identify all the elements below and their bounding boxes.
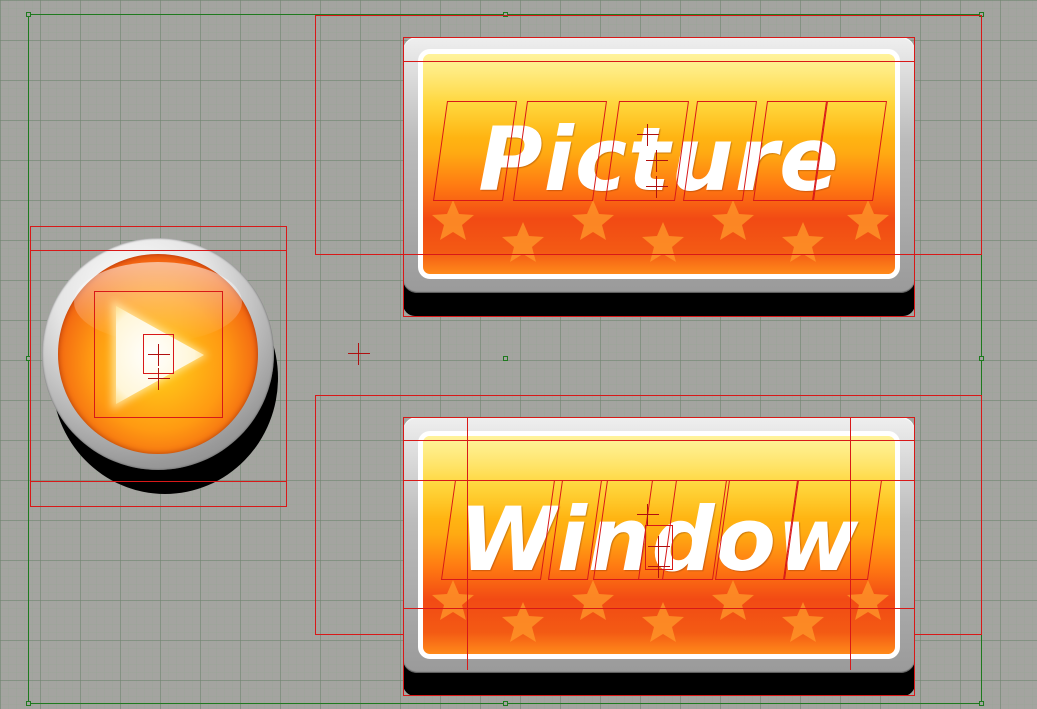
resize-handle-middle-right[interactable] [979,356,984,361]
picture-glyph-box-1 [432,101,518,201]
resize-handle-top-left[interactable] [26,12,31,17]
resize-handle-bottom-center[interactable] [503,701,508,706]
picture-glyph-box-2 [512,101,608,201]
window-pivot-crosshair [637,504,659,526]
pivot-crosshair [348,343,370,365]
window-pivot-crosshair-2 [648,536,670,558]
play-pivot-crosshair [148,344,170,366]
window-pivot-crosshair-3 [648,556,670,578]
resize-handle-bottom-left[interactable] [26,701,31,706]
resize-handle-bottom-right[interactable] [979,701,984,706]
picture-pivot-crosshair-2 [646,150,668,172]
picture-pivot-crosshair-3 [646,176,668,198]
resize-handle-center[interactable] [503,356,508,361]
picture-pivot-crosshair [637,124,659,146]
window-glyph-box-1 [440,480,556,580]
play-pivot-crosshair-2 [148,368,170,390]
window-glyph-box-6 [782,480,883,580]
